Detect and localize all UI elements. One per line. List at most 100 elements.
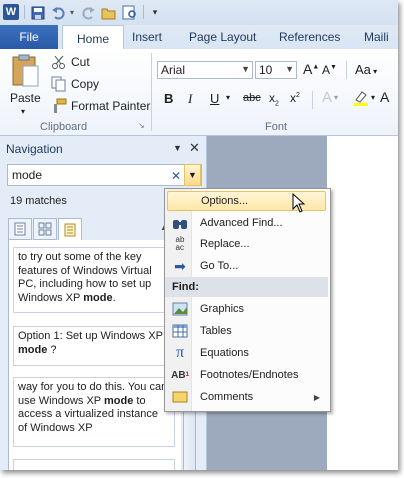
tab-file[interactable]: File [0,25,58,49]
change-case-button[interactable]: Aa ▾ [355,62,377,77]
menu-item-tables[interactable]: Tables [167,321,326,341]
italic-button[interactable]: I [188,91,192,107]
copy-label: Copy [71,77,100,91]
graphics-icon [172,301,188,317]
replace-icon: ab ac [175,235,185,252]
binoculars-icon [172,215,188,231]
menu-item-label: Advanced Find... [200,217,283,229]
redo-icon[interactable] [81,4,97,21]
nav-view-tabs [8,218,83,240]
customize-qat-icon[interactable]: ▾ [149,4,161,21]
menu-item-label: Footnotes/Endnotes [200,369,299,381]
chevron-down-icon: ▼ [285,64,294,74]
pi-icon: π [175,344,185,361]
scissors-icon [51,54,67,70]
ribbon-tabs: File Home Insert Page Layout References … [0,25,398,51]
clear-search-icon[interactable]: ✕ [171,169,181,183]
list-item[interactable]: Option 1: Set up Windows XP mode ? [13,326,175,366]
document-page[interactable] [327,136,398,470]
search-options-menu: Options... Advanced Find... ab ac Replace… [164,188,331,412]
menu-item-advanced-find[interactable]: Advanced Find... [167,213,326,233]
search-options-dropdown-icon[interactable]: ▼ [184,164,201,186]
shrink-font-icon[interactable]: A▼ [322,63,337,77]
grow-font-icon[interactable]: A▲ [303,61,319,77]
cut-label: Cut [71,55,90,69]
match-count: 19 matches [10,195,67,207]
undo-dropdown-icon[interactable]: ▾ [68,4,76,21]
text-effects-dropdown-icon[interactable]: ▾ [334,93,338,102]
undo-icon[interactable] [50,4,66,21]
text-effects-icon[interactable]: A [322,89,332,106]
goto-arrow-icon: ➡ [174,257,186,274]
tab-references[interactable]: References [279,25,340,49]
find-section-header: Find: [165,277,328,297]
tab-results[interactable] [58,218,82,240]
pane-options-icon[interactable]: ▼ [173,143,182,153]
format-painter-icon [51,98,67,114]
menu-item-label: Options... [201,195,249,207]
menu-item-graphics[interactable]: Graphics [167,299,326,319]
superscript-button[interactable]: x2 [290,91,300,105]
font-name-combo[interactable]: Arial ▼ [157,61,253,79]
clipboard-launcher-icon[interactable]: ↘ [138,121,145,130]
menu-item-label: Graphics [200,303,245,315]
clipboard-group-label: Clipboard [40,121,88,133]
tab-mailings[interactable]: Maili [364,25,389,49]
list-item[interactable] [13,459,175,470]
tab-page-layout[interactable]: Page Layout [189,25,256,49]
menu-item-label: Tables [200,325,232,337]
tab-headings[interactable] [8,218,32,240]
quick-access-toolbar: W ▾ ▾ [0,0,398,25]
tab-home[interactable]: Home [62,25,124,51]
close-icon[interactable]: ✕ [189,140,200,156]
underline-button[interactable]: U [210,91,219,106]
font-name-value: Arial [161,63,186,77]
menu-item-label: Equations [200,347,249,359]
format-painter-label: Format Painter [71,99,151,113]
change-case-label: Aa [355,62,371,77]
paste-button[interactable]: Paste [10,91,41,105]
format-painter-button[interactable]: Format Painter [51,98,150,114]
open-folder-icon[interactable] [101,4,117,21]
menu-item-footnotes[interactable]: AB 1 Footnotes/Endnotes [167,365,326,385]
navigation-title: Navigation [6,142,63,156]
menu-item-replace[interactable]: ab ac Replace... [167,234,326,254]
search-results-list: to try out some of the key features of W… [8,240,182,470]
save-icon[interactable] [30,4,46,21]
highlight-dropdown-icon[interactable]: ▾ [371,93,375,102]
menu-item-equations[interactable]: π Equations [167,343,326,363]
paste-dropdown-icon[interactable]: ▾ [21,107,25,116]
font-size-combo[interactable]: 10 ▼ [255,61,297,79]
bold-button[interactable]: B [164,91,173,106]
menu-item-label: Go To... [200,260,239,272]
cut-button[interactable]: Cut [51,54,90,70]
strikethrough-button[interactable]: abc [243,92,261,104]
copy-icon [51,76,67,92]
menu-item-label: Replace... [200,238,250,250]
list-item[interactable]: to try out some of the key features of W… [13,247,175,313]
footnote-icon: AB 1 [171,369,189,381]
highlight-icon[interactable] [352,89,370,110]
word-window: W ▾ ▾ File Home Insert Page Layout Refer… [0,0,398,470]
pages-grid-icon [38,222,52,236]
menu-item-comments[interactable]: Comments ▶ [167,387,326,407]
font-color-icon[interactable]: A [380,89,389,105]
menu-item-go-to[interactable]: ➡ Go To... [167,256,326,276]
comment-icon [172,389,188,405]
search-input-value: mode [12,168,43,182]
chevron-down-icon: ▼ [241,64,250,74]
print-preview-icon[interactable] [122,4,138,21]
copy-button[interactable]: Copy [51,76,99,92]
menu-item-label: Comments [200,391,254,403]
list-item[interactable]: way for you to do this. You can use Wind… [13,377,175,447]
paste-icon[interactable] [10,53,42,91]
word-logo-icon: W [3,4,19,20]
headings-icon [14,222,26,236]
results-icon [64,223,76,236]
font-size-value: 10 [259,63,273,77]
subscript-button[interactable]: x2 [269,91,279,107]
underline-dropdown-icon[interactable]: ▾ [226,93,230,102]
blank-icon [173,193,189,209]
tab-insert[interactable]: Insert [132,25,162,49]
tab-pages[interactable] [33,218,57,240]
